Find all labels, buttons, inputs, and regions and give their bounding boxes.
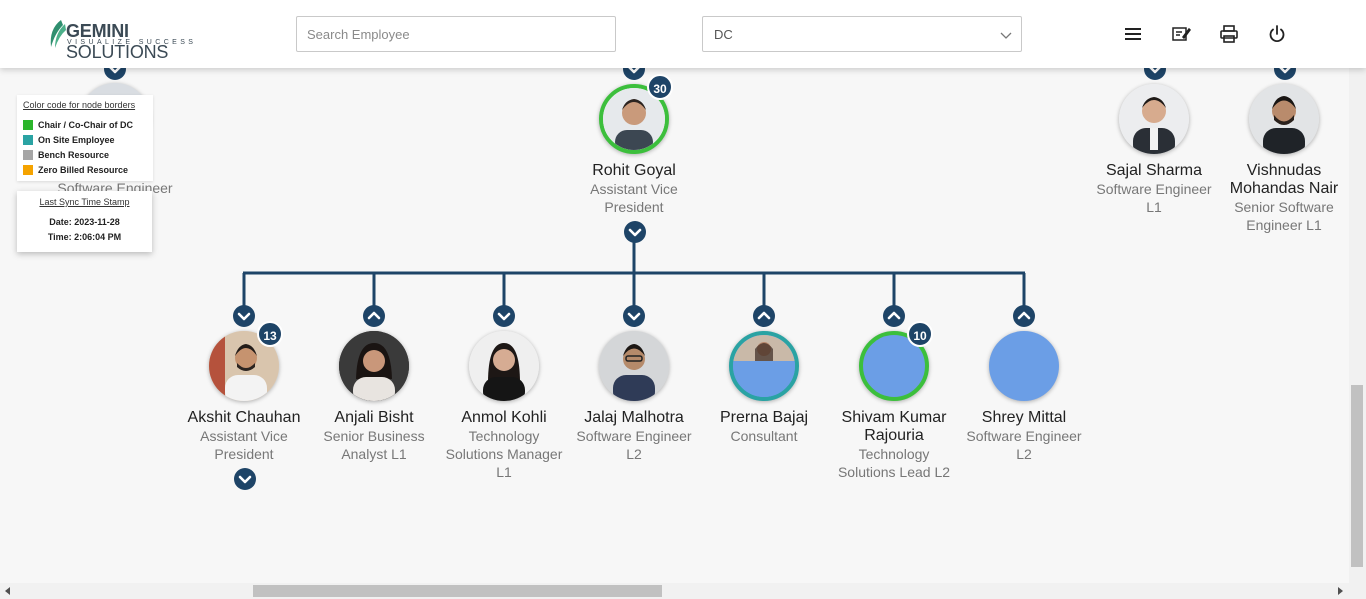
- collapse-toggle-button[interactable]: [1013, 305, 1035, 327]
- top-header-bar: GEMINI SOLUTIONS VISUALIZE SUCCESS DC: [0, 0, 1366, 68]
- legend-swatch: [23, 149, 33, 160]
- horizontal-scrollbar[interactable]: [0, 583, 1366, 599]
- dc-dropdown[interactable]: DC: [702, 16, 1022, 52]
- employee-name: Rohit Goyal: [592, 162, 676, 179]
- search-employee-input[interactable]: [296, 16, 616, 52]
- power-icon[interactable]: [1267, 24, 1287, 44]
- legend-item-zero-billed: Zero Billed Resource: [23, 162, 147, 177]
- employee-avatar[interactable]: [339, 331, 409, 401]
- legend-label: Zero Billed Resource: [38, 164, 129, 175]
- employee-title-line2: President: [604, 199, 664, 215]
- dc-selected-value: DC: [714, 27, 733, 42]
- collapse-toggle-button[interactable]: [883, 305, 905, 327]
- employee-title-line1: Senior Software: [1234, 199, 1334, 215]
- expand-children-button[interactable]: [234, 468, 256, 490]
- legend-item-bench: Bench Resource: [23, 147, 147, 162]
- employee-name-line2: Mohandas Nair: [1229, 180, 1339, 197]
- expand-toggle-button[interactable]: [493, 305, 515, 327]
- employee-title-line1: Software Engineer: [966, 428, 1082, 444]
- expand-toggle-button[interactable]: [233, 305, 255, 327]
- org-chart-app: i Software Engineer Rohit Goyal Assistan…: [0, 0, 1366, 599]
- last-sync-panel: Last Sync Time Stamp Date: 2023-11-28 Ti…: [17, 191, 152, 252]
- legend-label: Chair / Co-Chair of DC: [38, 119, 134, 130]
- legend-item-onsite: On Site Employee: [23, 132, 147, 147]
- employee-title-line2: L2: [1016, 446, 1032, 462]
- vertical-scrollbar-thumb[interactable]: [1351, 385, 1363, 567]
- collapse-toggle-button[interactable]: [363, 305, 385, 327]
- employee-title-line3: L1: [496, 464, 512, 480]
- employee-title-line2: Solutions Lead L2: [837, 464, 951, 480]
- company-logo[interactable]: GEMINI SOLUTIONS VISUALIZE SUCCESS: [47, 17, 217, 62]
- menu-icon[interactable]: [1123, 24, 1143, 44]
- edit-note-icon[interactable]: [1171, 24, 1191, 44]
- logo-tagline: VISUALIZE SUCCESS: [67, 39, 197, 46]
- expand-children-button[interactable]: [624, 221, 646, 243]
- scroll-left-arrow-icon[interactable]: [5, 587, 10, 595]
- reportee-count-badge: 10: [907, 321, 933, 347]
- employee-title-line2: L2: [626, 446, 642, 462]
- employee-avatar[interactable]: [729, 331, 799, 401]
- employee-avatar[interactable]: [469, 331, 539, 401]
- print-icon[interactable]: [1219, 24, 1239, 44]
- expand-toggle-button[interactable]: [623, 305, 645, 327]
- collapse-toggle-button[interactable]: [753, 305, 775, 327]
- legend-swatch: [23, 164, 33, 175]
- employee-title-line1: Assistant Vice: [590, 181, 678, 197]
- logo-leaf-icon: [50, 20, 66, 48]
- scroll-right-arrow-icon[interactable]: [1338, 587, 1343, 595]
- reportee-count-badge: 30: [647, 74, 673, 100]
- reportee-count-badge: 13: [257, 321, 283, 347]
- legend-label: Bench Resource: [38, 149, 110, 160]
- border-color-legend: Color code for node borders Chair / Co-C…: [17, 95, 153, 181]
- legend-swatch: [23, 134, 33, 145]
- employee-name: Shrey Mittal: [981, 409, 1067, 426]
- legend-title: Color code for node borders: [23, 100, 136, 110]
- sync-time: Time: 2:06:04 PM: [47, 232, 122, 242]
- chevron-down-icon: [1000, 32, 1012, 39]
- employee-name-line1: Vishnudas: [1246, 162, 1322, 179]
- sync-date: Date: 2023-11-28: [49, 217, 120, 227]
- employee-avatar[interactable]: [1119, 84, 1189, 154]
- employee-title-line2: Engineer L1: [1246, 217, 1322, 233]
- employee-avatar[interactable]: [599, 331, 669, 401]
- legend-item-chair: Chair / Co-Chair of DC: [23, 117, 147, 132]
- legend-swatch: [23, 119, 33, 130]
- employee-avatar[interactable]: [989, 331, 1059, 401]
- horizontal-scrollbar-thumb[interactable]: [253, 585, 662, 597]
- employee-avatar[interactable]: [1249, 84, 1319, 154]
- sync-title: Last Sync Time Stamp: [39, 197, 130, 207]
- legend-label: On Site Employee: [38, 134, 115, 145]
